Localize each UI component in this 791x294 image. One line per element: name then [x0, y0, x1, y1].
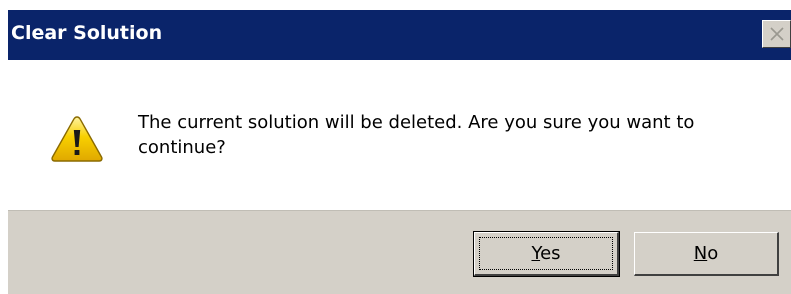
close-button[interactable] — [762, 20, 791, 48]
window-title: Clear Solution — [11, 22, 163, 44]
warning-icon — [51, 116, 103, 162]
close-icon — [770, 27, 784, 41]
button-bar: Yes No — [8, 210, 791, 294]
title-bar[interactable]: Clear Solution — [8, 10, 791, 60]
no-label: No — [693, 242, 719, 264]
yes-button[interactable]: Yes — [473, 231, 620, 277]
clear-solution-dialog: Clear Solution The current solution will… — [8, 10, 791, 294]
yes-label: Yes — [531, 242, 561, 264]
dialog-message: The current solution will be deleted. Ar… — [138, 112, 695, 158]
no-button[interactable]: No — [634, 232, 779, 276]
dialog-content: The current solution will be deleted. Ar… — [8, 60, 791, 219]
